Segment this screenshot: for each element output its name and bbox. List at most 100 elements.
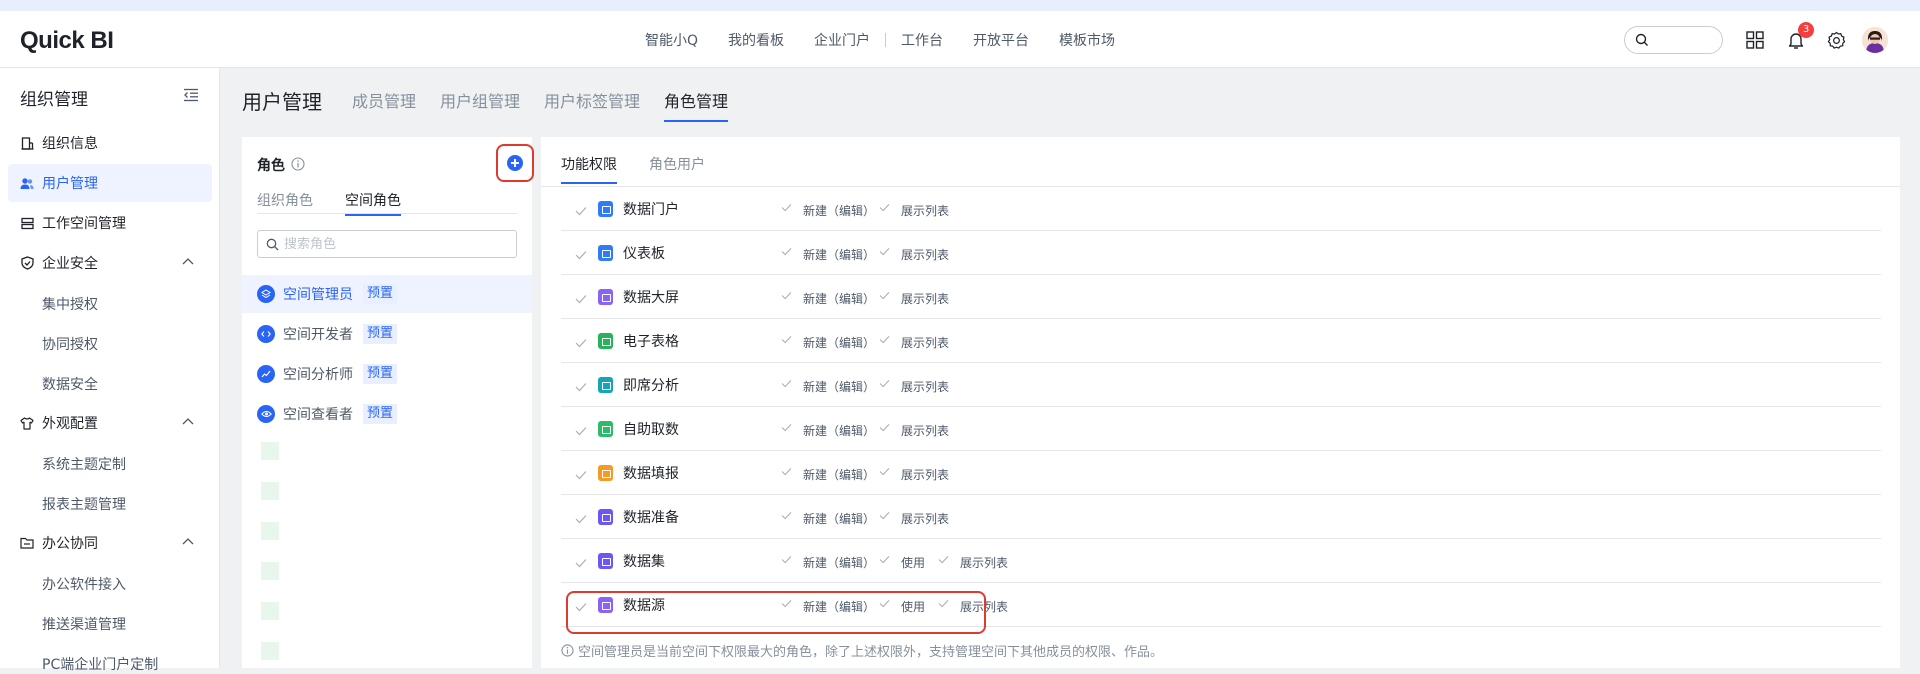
chevron-up-icon[interactable]: [182, 417, 194, 425]
sidebar-item-data-security[interactable]: 数据安全: [42, 374, 98, 394]
chevron-up-icon[interactable]: [182, 537, 194, 545]
permission-action[interactable]: 展示列表: [879, 202, 950, 219]
permission-action[interactable]: 新建（编辑）: [781, 246, 875, 263]
preset-tag: 预置: [363, 284, 398, 304]
module-icon: [598, 465, 613, 481]
permission-action[interactable]: 展示列表: [879, 510, 949, 527]
sidebar-item-label: 用户管理: [42, 176, 98, 192]
sidebar-item-org-info[interactable]: 组织信息: [8, 124, 212, 162]
sidebar-item-report-theme[interactable]: 报表主题管理: [42, 494, 126, 514]
permission-action[interactable]: 展示列表: [879, 466, 950, 483]
permission-action[interactable]: 新建（编辑）: [781, 290, 875, 307]
sidebar-item-pc-portal[interactable]: PC端企业门户定制: [42, 654, 158, 674]
check-icon[interactable]: [575, 333, 587, 352]
check-icon[interactable]: [575, 245, 587, 264]
nav-item-workbench[interactable]: 工作台: [886, 30, 958, 50]
info-icon[interactable]: [291, 157, 305, 171]
app-logo[interactable]: Quick BI: [20, 27, 114, 55]
permission-action[interactable]: 展示列表: [879, 290, 949, 307]
sidebar-item-collab-auth[interactable]: 协同授权: [42, 334, 98, 354]
tab-user-groups[interactable]: 用户组管理: [440, 88, 520, 116]
permission-action-label: 新建（编辑）: [803, 468, 876, 482]
collapse-menu-icon[interactable]: [183, 88, 199, 102]
check-icon[interactable]: [575, 509, 587, 528]
permission-action[interactable]: 展示列表: [879, 334, 950, 351]
role-name: 空间分析师: [283, 367, 353, 383]
tab-function-permissions[interactable]: 功能权限: [561, 154, 617, 184]
check-icon[interactable]: [575, 201, 587, 220]
permission-action[interactable]: 展示列表: [879, 246, 950, 263]
check-icon[interactable]: [575, 289, 587, 308]
tab-members[interactable]: 成员管理: [352, 88, 416, 116]
top-nav: 智能小Q 我的看板 企业门户 工作台 开放平台 模板市场: [630, 11, 1130, 68]
divider: [257, 213, 517, 214]
role-item-space-analyst[interactable]: 空间分析师 预置: [242, 355, 532, 393]
permission-note: 空间管理员是当前空间下权限最大的角色，除了上述权限外，支持管理空间下其他成员的权…: [561, 641, 1163, 660]
check-icon: [879, 511, 890, 520]
segment-space-roles[interactable]: 空间角色: [345, 190, 401, 216]
check-icon[interactable]: [575, 421, 587, 440]
role-item-space-admin[interactable]: 空间管理员 预置: [242, 275, 532, 313]
sidebar-item-enterprise-security[interactable]: 企业安全: [8, 244, 212, 282]
module-name: 电子表格: [623, 334, 679, 350]
office-icon: [20, 536, 34, 550]
permission-action[interactable]: 展示列表: [879, 422, 949, 439]
permission-action[interactable]: 展示列表: [879, 378, 949, 395]
header-search[interactable]: [1624, 26, 1723, 54]
sidebar-item-push-channel[interactable]: 推送渠道管理: [42, 614, 126, 634]
sidebar-item-appearance[interactable]: 外观配置: [8, 404, 212, 442]
highlight-box: [496, 144, 534, 182]
check-icon[interactable]: [575, 377, 587, 396]
user-avatar[interactable]: [1862, 27, 1888, 53]
sidebar-item-system-theme[interactable]: 系统主题定制: [42, 454, 126, 474]
check-icon: [781, 555, 792, 564]
check-icon[interactable]: [575, 465, 587, 484]
settings-gear-icon[interactable]: [1824, 28, 1848, 52]
segment-org-roles[interactable]: 组织角色: [257, 190, 313, 210]
role-search-input[interactable]: [284, 235, 504, 253]
check-icon: [781, 291, 792, 300]
sidebar-item-office-software[interactable]: 办公软件接入: [42, 574, 126, 594]
check-icon: [879, 379, 890, 388]
permission-action-label: 新建（编辑）: [803, 424, 876, 438]
apps-grid-icon[interactable]: [1743, 28, 1767, 52]
permission-action[interactable]: 使用: [879, 554, 925, 571]
permission-action[interactable]: 新建（编辑）: [781, 202, 875, 219]
permission-action[interactable]: 新建（编辑）: [781, 378, 875, 395]
permission-action-label: 展示列表: [901, 248, 950, 262]
nav-item-template-market[interactable]: 模板市场: [1044, 30, 1130, 50]
permission-row: 电子表格 新建（编辑） 展示列表: [561, 319, 1881, 363]
permission-action-label: 展示列表: [901, 468, 950, 482]
tab-user-tags[interactable]: 用户标签管理: [544, 88, 640, 116]
module-name: 即席分析: [623, 378, 679, 394]
nav-item-assistant[interactable]: 智能小Q: [630, 30, 713, 50]
permission-action-label: 展示列表: [901, 336, 950, 350]
permission-action[interactable]: 新建（编辑）: [781, 422, 876, 439]
sidebar-item-user-management[interactable]: 用户管理: [8, 164, 212, 202]
nav-item-portal[interactable]: 企业门户: [799, 30, 885, 50]
sidebar-item-office-collab[interactable]: 办公协同: [8, 524, 212, 562]
tab-role-management[interactable]: 角色管理: [664, 88, 729, 122]
permission-action[interactable]: 新建（编辑）: [781, 334, 875, 351]
note-text: 空间管理员是当前空间下权限最大的角色，除了上述权限外，支持管理空间下其他成员的权…: [578, 645, 1164, 660]
role-item-space-viewer[interactable]: 空间查看者 预置: [242, 395, 532, 433]
permission-action[interactable]: 展示列表: [938, 554, 1008, 571]
notification-bell-icon[interactable]: 3: [1784, 22, 1814, 52]
permission-action[interactable]: 新建（编辑）: [781, 510, 875, 527]
info-icon: [561, 644, 574, 657]
role-item-space-developer[interactable]: 空间开发者 预置: [242, 315, 532, 353]
module-icon: [598, 289, 613, 305]
role-search[interactable]: [257, 230, 517, 258]
tab-role-users[interactable]: 角色用户: [649, 154, 705, 174]
loading-placeholder: [261, 482, 279, 500]
nav-item-my-dashboards[interactable]: 我的看板: [713, 30, 799, 50]
chevron-up-icon[interactable]: [182, 257, 194, 265]
check-icon: [879, 203, 890, 212]
permission-action[interactable]: 新建（编辑）: [781, 466, 876, 483]
sidebar-item-central-auth[interactable]: 集中授权: [42, 294, 98, 314]
permission-action-label: 展示列表: [901, 204, 950, 218]
sidebar-item-workspace-management[interactable]: 工作空间管理: [8, 204, 212, 242]
permission-action[interactable]: 新建（编辑）: [781, 554, 875, 571]
nav-item-open-platform[interactable]: 开放平台: [958, 30, 1044, 50]
check-icon[interactable]: [575, 553, 587, 572]
